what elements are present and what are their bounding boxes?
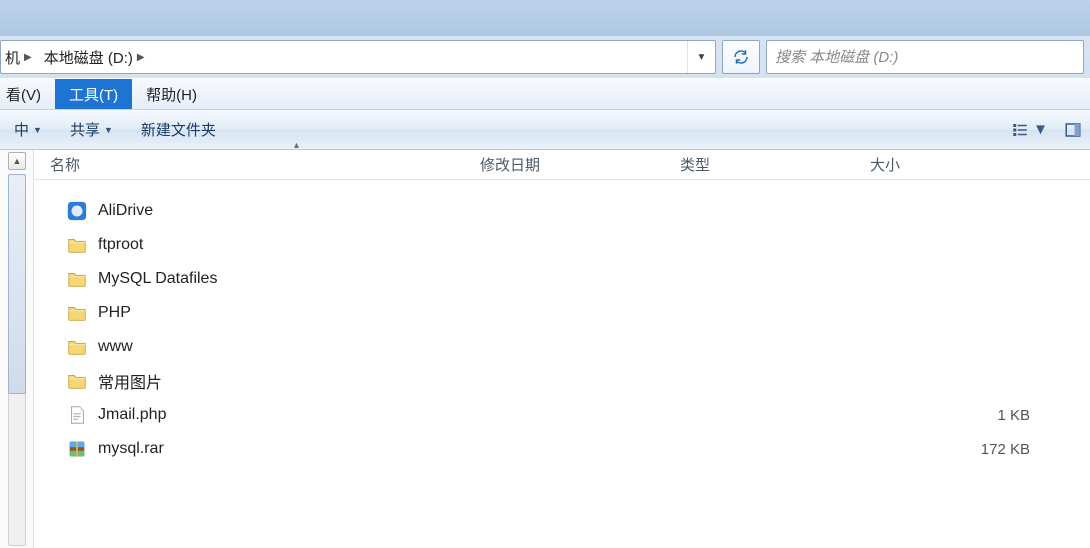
file-rows: AliDrive ftproot MySQL Datafiles PHP www 常用图片… [34,180,1090,466]
list-item[interactable]: 常用图片 [34,364,1090,398]
breadcrumb-current[interactable]: 本地磁盘 (D:) ▶ [38,41,151,73]
chevron-right-icon: ▶ [24,52,32,63]
item-name: mysql.rar [98,440,164,458]
toolbar-new-folder[interactable]: 新建文件夹 [127,110,230,149]
folder-icon [66,302,88,324]
address-row: 机 ▶ 本地磁盘 (D:) ▶ ▼ [0,36,1090,78]
list-item[interactable]: ftproot [34,228,1090,262]
column-header-type[interactable]: 类型 [664,150,854,179]
item-name: Jmail.php [98,406,166,424]
folder-icon [66,268,88,290]
navigation-pane[interactable]: ▲ [0,150,34,548]
file-list-pane: 名称 ▴ 修改日期 类型 大小 AliDrive ftproot MySQL Dat… [34,150,1090,548]
breadcrumb-root-label: 机 [5,47,20,68]
list-item[interactable]: AliDrive [34,194,1090,228]
search-box[interactable] [766,40,1084,74]
folder-icon [66,336,88,358]
menu-tools[interactable]: 工具(T) [55,79,132,109]
menu-help[interactable]: 帮助(H) [132,79,211,109]
list-item[interactable]: mysql.rar 172 KB [34,432,1090,466]
sort-ascending-icon: ▴ [294,140,299,151]
item-name: AliDrive [98,202,153,220]
item-name: MySQL Datafiles [98,270,217,288]
item-name: 常用图片 [98,369,162,393]
preview-pane-icon [1064,121,1082,139]
view-details-icon [1011,121,1029,139]
item-name: www [98,338,133,356]
breadcrumb-current-label: 本地磁盘 (D:) [44,47,133,68]
app-icon [66,200,88,222]
list-item[interactable]: PHP [34,296,1090,330]
chevron-down-icon: ▼ [104,125,113,135]
search-input[interactable] [775,49,1075,66]
chevron-right-icon: ▶ [137,52,145,63]
item-size: 172 KB [854,441,1090,458]
command-bar: 中▼ 共享▼ 新建文件夹 ▼ [0,110,1090,150]
item-name: ftproot [98,236,143,254]
toolbar-view-mode[interactable]: ▼ [1003,110,1056,149]
refresh-button[interactable] [722,40,760,74]
breadcrumb-root[interactable]: 机 ▶ [1,41,38,73]
address-bar[interactable]: 机 ▶ 本地磁盘 (D:) ▶ ▼ [0,40,716,74]
toolbar-preview-pane[interactable] [1056,110,1090,149]
toolbar-include[interactable]: 中▼ [0,110,56,149]
menu-bar: 看(V) 工具(T) 帮助(H) [0,78,1090,110]
archive-icon [66,438,88,460]
item-name: PHP [98,304,131,322]
item-size: 1 KB [854,407,1090,424]
folder-icon [66,234,88,256]
refresh-icon [732,48,750,66]
chevron-down-icon: ▼ [1033,121,1048,138]
list-item[interactable]: www [34,330,1090,364]
toolbar-share[interactable]: 共享▼ [56,110,127,149]
explorer-body: ▲ 名称 ▴ 修改日期 类型 大小 AliDrive ftproot MySQL D… [0,150,1090,548]
folder-icon [66,370,88,392]
file-icon [66,404,88,426]
menu-view[interactable]: 看(V) [0,79,55,109]
column-header-size[interactable]: 大小 [854,150,1090,179]
column-header-row: 名称 ▴ 修改日期 类型 大小 [34,150,1090,180]
window-titlebar [0,0,1090,36]
scroll-thumb[interactable] [8,174,26,394]
address-dropdown[interactable]: ▼ [687,41,715,73]
scroll-up-button[interactable]: ▲ [8,152,26,170]
chevron-down-icon: ▼ [697,52,707,63]
list-item[interactable]: MySQL Datafiles [34,262,1090,296]
chevron-down-icon: ▼ [33,125,42,135]
list-item[interactable]: Jmail.php 1 KB [34,398,1090,432]
column-header-name[interactable]: 名称 ▴ [34,150,464,179]
column-header-date[interactable]: 修改日期 [464,150,664,179]
